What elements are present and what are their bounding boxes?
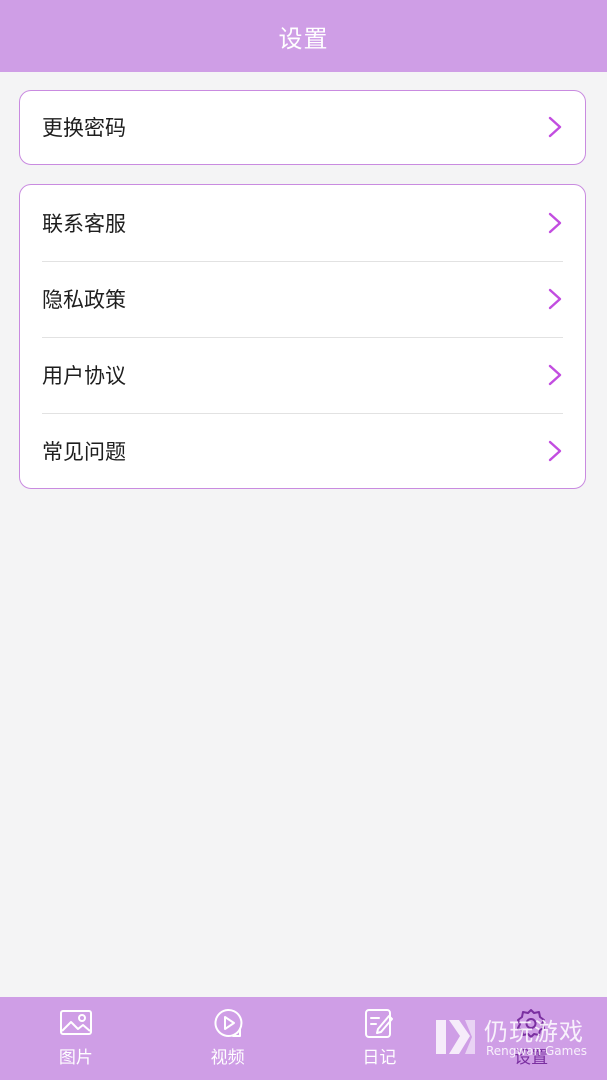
bottom-tab-bar: 图片 视频 日记 设置 [0, 997, 607, 1080]
tab-pictures[interactable]: 图片 [0, 997, 152, 1080]
tab-settings[interactable]: 设置 [455, 997, 607, 1080]
play-circle-icon [214, 1008, 243, 1037]
settings-item-user-agreement[interactable]: 用户协议 [42, 337, 563, 413]
tab-label: 视频 [210, 1048, 245, 1068]
settings-item-label: 用户协议 [42, 364, 126, 388]
settings-item-label: 常见问题 [42, 440, 126, 464]
tab-label: 日记 [362, 1048, 397, 1068]
chevron-right-icon [548, 212, 562, 234]
settings-item-contact-service[interactable]: 联系客服 [42, 185, 563, 261]
tab-diary[interactable]: 日记 [304, 997, 456, 1080]
top-bar: 设置 [0, 0, 607, 72]
settings-item-faq[interactable]: 常见问题 [42, 413, 563, 489]
settings-group-info: 联系客服 隐私政策 用户协议 常见问题 [19, 184, 586, 489]
settings-group-account: 更换密码 [19, 90, 586, 165]
gear-icon [517, 1009, 546, 1038]
settings-item-label: 联系客服 [42, 212, 126, 236]
page-title: 设置 [278, 24, 329, 53]
image-icon [59, 1010, 92, 1035]
settings-item-label: 隐私政策 [42, 288, 126, 312]
notebook-edit-icon [365, 1009, 394, 1038]
chevron-right-icon [548, 288, 562, 310]
settings-item-privacy-policy[interactable]: 隐私政策 [42, 261, 563, 337]
chevron-right-icon [548, 116, 562, 138]
settings-item-change-password[interactable]: 更换密码 [42, 91, 563, 163]
chevron-right-icon [548, 440, 562, 462]
chevron-right-icon [548, 364, 562, 386]
tab-videos[interactable]: 视频 [152, 997, 304, 1080]
settings-item-label: 更换密码 [42, 116, 126, 140]
tab-label: 图片 [58, 1048, 93, 1068]
tab-label: 设置 [514, 1048, 549, 1068]
